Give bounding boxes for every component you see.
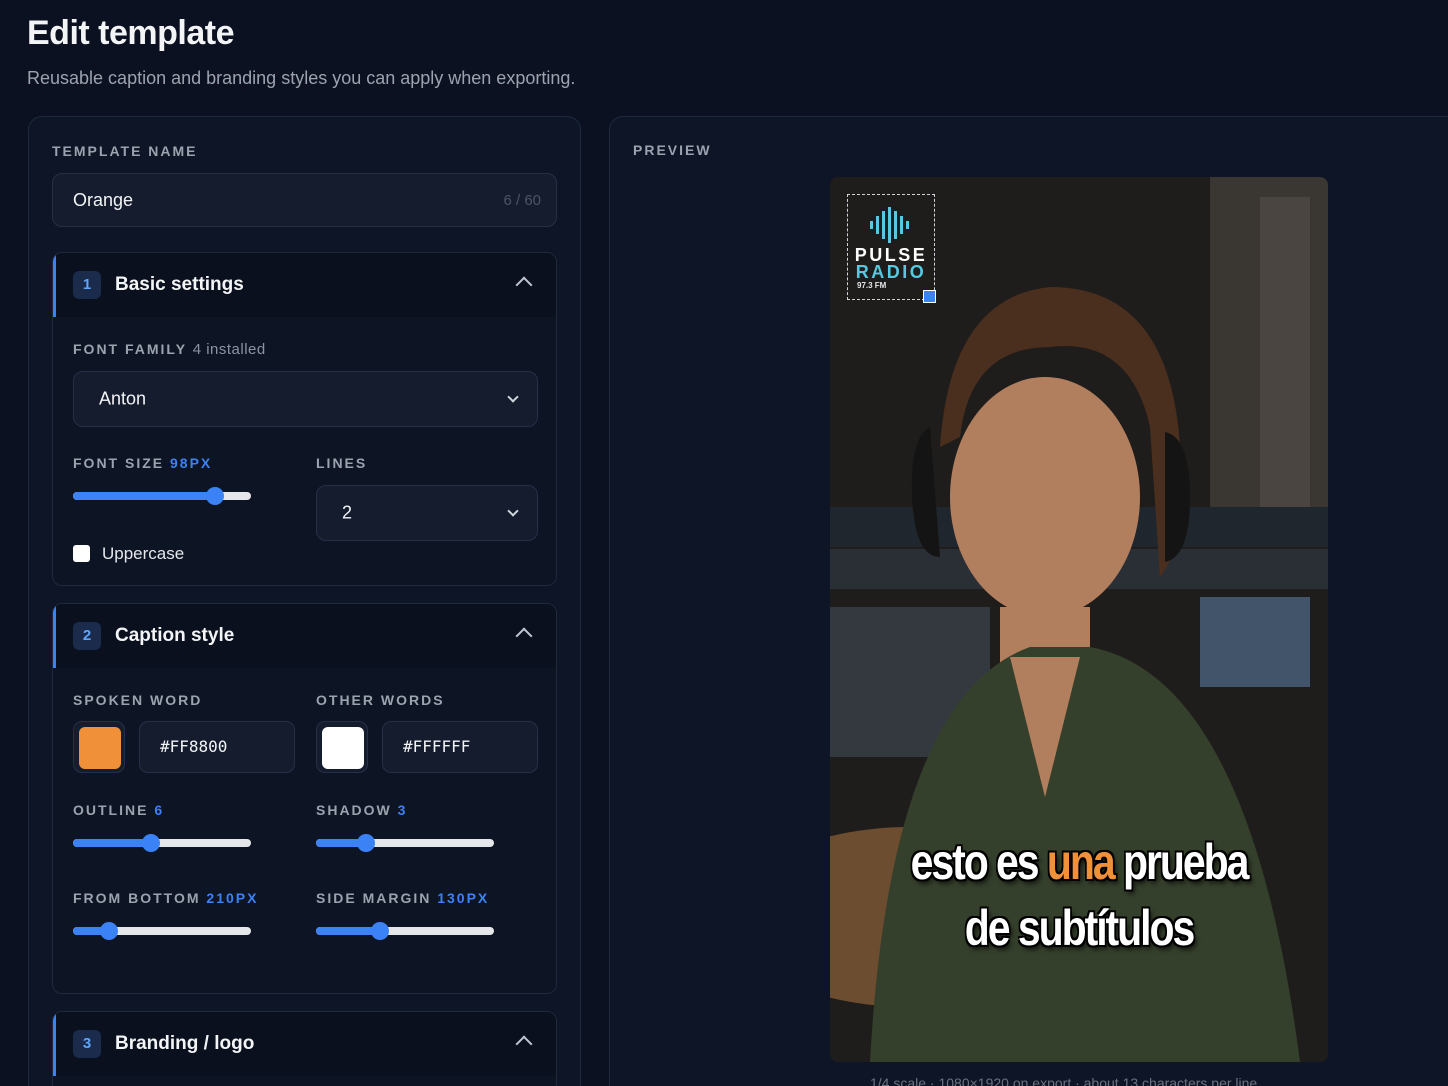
other-color-swatch	[322, 727, 364, 769]
slider-fill	[73, 492, 216, 500]
branding-section: 3 Branding / logo	[52, 1011, 557, 1086]
spoken-hex-value: #FF8800	[160, 737, 228, 756]
font-family-label: FONT FAMILY 4 installed	[73, 341, 266, 358]
spoken-color-picker[interactable]	[73, 721, 125, 773]
chevron-down-icon	[507, 391, 519, 403]
shadow-label: SHADOW 3	[316, 802, 407, 818]
side-margin-label: SIDE MARGIN 130PX	[316, 890, 489, 906]
lines-label: LINES	[316, 455, 368, 471]
spoken-color-swatch	[79, 727, 121, 769]
side-margin-slider[interactable]	[316, 922, 494, 940]
section-title: Basic settings	[115, 274, 244, 295]
spoken-word-label: SPOKEN WORD	[73, 692, 203, 708]
other-hex-input[interactable]: #FFFFFF	[382, 721, 538, 773]
settings-panel: TEMPLATE NAME 6 / 60 1 Basic settings FO…	[28, 116, 581, 1086]
section-title: Branding / logo	[115, 1033, 255, 1054]
resize-handle[interactable]	[923, 290, 936, 303]
template-name-field[interactable]: 6 / 60	[52, 173, 557, 227]
from-bottom-slider[interactable]	[73, 922, 251, 940]
sound-wave-icon	[870, 207, 909, 243]
font-family-select[interactable]: Anton	[73, 371, 538, 427]
preview-canvas: PULSE RADIO 97.3 FM esto es una prueba d…	[830, 177, 1328, 1062]
shadow-value: 3	[397, 802, 408, 818]
shadow-slider[interactable]	[316, 834, 494, 852]
outline-value: 6	[154, 802, 165, 818]
basic-settings-header[interactable]: 1 Basic settings	[53, 253, 556, 317]
lines-select[interactable]: 2	[316, 485, 538, 541]
caption-word-highlighted: una	[1046, 834, 1116, 890]
caption-word: esto	[910, 834, 989, 890]
other-hex-value: #FFFFFF	[403, 737, 471, 756]
font-family-label-text: FONT FAMILY	[73, 341, 187, 357]
caption-line-2: de subtítulos	[964, 900, 1196, 956]
font-size-value: 98PX	[170, 455, 213, 471]
lines-value: 2	[342, 502, 353, 523]
page-title: Edit template	[27, 14, 234, 52]
step-badge: 3	[73, 1030, 101, 1058]
template-name-label: TEMPLATE NAME	[52, 143, 198, 159]
chevron-up-icon[interactable]	[515, 276, 533, 294]
font-size-slider[interactable]	[73, 487, 251, 505]
caption-style-section: 2 Caption style SPOKEN WORD #FF8800 OTHE…	[52, 603, 557, 994]
outline-label-text: OUTLINE	[73, 802, 149, 818]
outline-label: OUTLINE 6	[73, 802, 164, 818]
caption-word: prueba	[1123, 834, 1249, 890]
section-title: Caption style	[115, 625, 235, 646]
chevron-up-icon[interactable]	[515, 627, 533, 645]
char-count: 6 / 60	[503, 192, 541, 209]
slider-thumb[interactable]	[356, 834, 375, 852]
caption-style-header[interactable]: 2 Caption style	[53, 604, 556, 668]
font-size-label-text: FONT SIZE	[73, 455, 165, 471]
branding-header[interactable]: 3 Branding / logo	[53, 1012, 556, 1076]
uppercase-label: Uppercase	[102, 544, 185, 563]
preview-footer-note: 1/4 scale · 1080×1920 on export · about …	[870, 1075, 1258, 1086]
basic-settings-section: 1 Basic settings FONT FAMILY 4 installed…	[52, 252, 557, 586]
step-badge: 2	[73, 622, 101, 650]
from-bottom-value: 210PX	[206, 890, 259, 906]
font-family-value: Anton	[99, 388, 147, 409]
page-subtitle: Reusable caption and branding styles you…	[27, 68, 576, 88]
side-margin-label-text: SIDE MARGIN	[316, 890, 432, 906]
outline-slider[interactable]	[73, 834, 251, 852]
step-badge: 1	[73, 271, 101, 299]
chevron-up-icon[interactable]	[515, 1035, 533, 1053]
slider-thumb[interactable]	[371, 922, 390, 940]
caption-line-1: esto es una prueba	[875, 833, 1283, 891]
shadow-label-text: SHADOW	[316, 802, 392, 818]
installed-note: 4 installed	[192, 341, 266, 358]
chevron-down-icon	[507, 505, 519, 517]
logo-frequency: 97.3 FM	[857, 281, 887, 290]
uppercase-checkbox[interactable]	[73, 545, 90, 562]
preview-label: PREVIEW	[633, 142, 712, 158]
from-bottom-label: FROM BOTTOM 210PX	[73, 890, 258, 906]
logo-text-line2: RADIO	[855, 262, 927, 282]
slider-thumb[interactable]	[206, 487, 225, 505]
side-margin-value: 130PX	[437, 890, 490, 906]
other-words-label: OTHER WORDS	[316, 692, 445, 708]
preview-panel: PREVIEW PULSE RADIO 97.3 FM esto es una …	[609, 116, 1448, 1086]
caption-word: es	[996, 834, 1040, 890]
other-color-picker[interactable]	[316, 721, 368, 773]
from-bottom-label-text: FROM BOTTOM	[73, 890, 201, 906]
spoken-hex-input[interactable]: #FF8800	[139, 721, 295, 773]
font-size-label: FONT SIZE 98PX	[73, 455, 212, 471]
slider-thumb[interactable]	[142, 834, 161, 852]
template-name-input[interactable]	[53, 174, 556, 226]
logo-bounding-box[interactable]: PULSE RADIO 97.3 FM	[847, 194, 935, 300]
slider-thumb[interactable]	[99, 922, 118, 940]
slider-fill	[73, 839, 152, 847]
